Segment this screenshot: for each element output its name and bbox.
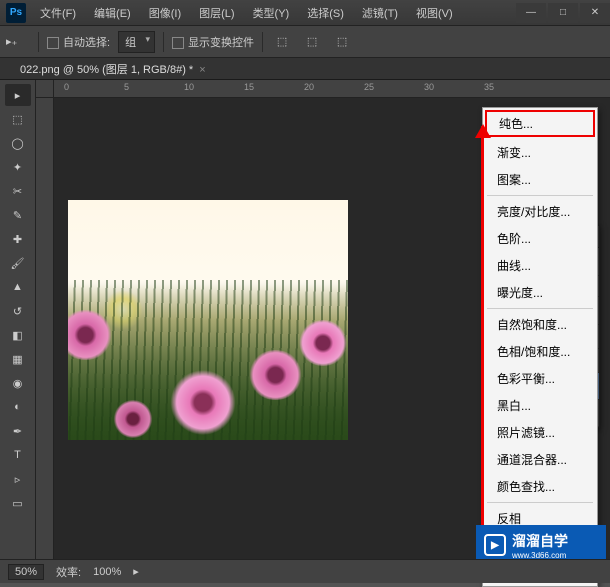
document-tab[interactable]: 022.png @ 50% (图层 1, RGB/8#) *× [10,58,216,80]
menu-color-balance[interactable]: 色彩平衡... [483,365,597,392]
titlebar: Ps 文件(F) 编辑(E) 图像(I) 图层(L) 类型(Y) 选择(S) 滤… [0,0,610,26]
dodge-tool[interactable]: ◐ [5,396,31,418]
options-bar: ▸₊ 自动选择: 组 显示变换控件 ⬚ ⬚ ⬚ [0,26,610,58]
maximize-button[interactable]: □ [548,3,578,23]
fill-adjustment-menu: 纯色... 渐变... 图案... 亮度/对比度... 色阶... 曲线... … [482,107,598,587]
shape-tool[interactable]: ▭ [5,492,31,514]
auto-select-dropdown[interactable]: 组 [118,31,155,53]
menu-exposure[interactable]: 曝光度... [483,279,597,306]
menu-black-white[interactable]: 黑白... [483,392,597,419]
annotation-arrow [481,126,484,556]
lasso-tool[interactable]: ◯ [5,132,31,154]
ruler-vertical[interactable] [36,98,54,559]
brush-tool[interactable]: 🖌 [5,252,31,274]
toolbox: ▸ ⬚ ◯ ✦ ✂ ✎ ✚ 🖌 ▲ ↺ ◧ ▦ ◉ ◐ ✒ T ▹ ▭ [0,80,36,559]
marquee-tool[interactable]: ⬚ [5,108,31,130]
gradient-tool[interactable]: ▦ [5,348,31,370]
menu-photo-filter[interactable]: 照片滤镜... [483,419,597,446]
menu-edit[interactable]: 编辑(E) [86,1,139,25]
menu-image[interactable]: 图像(I) [141,1,189,25]
blur-tool[interactable]: ◉ [5,372,31,394]
menu-filter[interactable]: 滤镜(T) [354,1,406,25]
canvas[interactable] [68,200,348,440]
stamp-tool[interactable]: ▲ [5,276,31,298]
menu-channel-mixer[interactable]: 通道混合器... [483,446,597,473]
eyedropper-tool[interactable]: ✎ [5,204,31,226]
menu-hue-saturation[interactable]: 色相/饱和度... [483,338,597,365]
document-tabs: 022.png @ 50% (图层 1, RGB/8#) *× [0,58,610,80]
app-logo: Ps [6,3,26,23]
heal-tool[interactable]: ✚ [5,228,31,250]
tab-close-icon[interactable]: × [199,64,205,76]
menu-vibrance[interactable]: 自然饱和度... [483,311,597,338]
history-brush-tool[interactable]: ↺ [5,300,31,322]
minimize-button[interactable]: — [516,3,546,23]
menu-levels[interactable]: 色阶... [483,225,597,252]
show-transform-checkbox[interactable]: 显示变换控件 [172,34,254,50]
ruler-horizontal[interactable]: 0 5 10 15 20 25 30 35 [54,80,610,98]
status-bar: 50% 效率: 100% ▸ [0,559,610,583]
move-tool[interactable]: ▸ [5,84,31,106]
window-controls: — □ ✕ [514,3,610,23]
eraser-tool[interactable]: ◧ [5,324,31,346]
menu-pattern[interactable]: 图案... [483,166,597,193]
menu-curves[interactable]: 曲线... [483,252,597,279]
align-right-icon[interactable]: ⬚ [331,32,353,52]
zoom-field[interactable]: 50% [8,564,44,580]
menu-select[interactable]: 选择(S) [299,1,352,25]
menu-bar: 文件(F) 编辑(E) 图像(I) 图层(L) 类型(Y) 选择(S) 滤镜(T… [32,1,461,25]
move-tool-icon: ▸₊ [6,32,30,52]
menu-type[interactable]: 类型(Y) [245,1,298,25]
menu-brightness-contrast[interactable]: 亮度/对比度... [483,198,597,225]
path-tool[interactable]: ▹ [5,468,31,490]
menu-solid-color[interactable]: 纯色... [485,110,595,137]
align-left-icon[interactable]: ⬚ [271,32,293,52]
menu-file[interactable]: 文件(F) [32,1,84,25]
align-center-icon[interactable]: ⬚ [301,32,323,52]
menu-view[interactable]: 视图(V) [408,1,461,25]
auto-select-checkbox[interactable]: 自动选择: [47,34,110,50]
efficiency-label: 效率: [56,564,81,580]
close-button[interactable]: ✕ [580,3,610,23]
play-icon: ▶ [484,534,506,556]
type-tool[interactable]: T [5,444,31,466]
efficiency-value: 100% [93,566,121,578]
menu-layer[interactable]: 图层(L) [191,1,242,25]
crop-tool[interactable]: ✂ [5,180,31,202]
pen-tool[interactable]: ✒ [5,420,31,442]
ruler-corner [36,80,54,98]
menu-gradient[interactable]: 渐变... [483,139,597,166]
magic-wand-tool[interactable]: ✦ [5,156,31,178]
menu-color-lookup[interactable]: 颜色查找... [483,473,597,500]
